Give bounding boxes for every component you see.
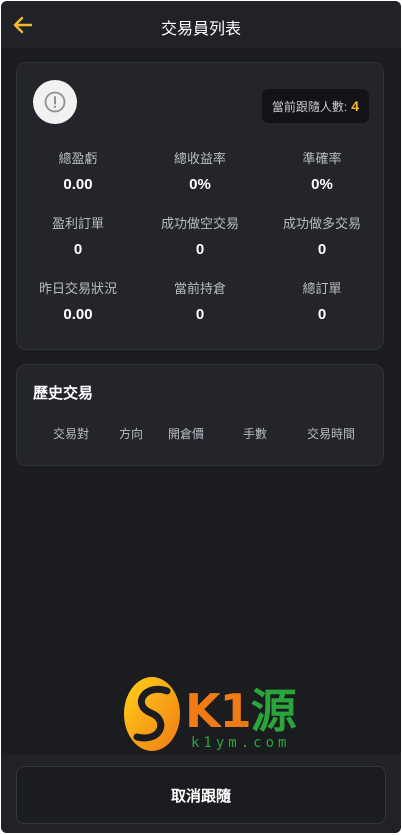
stats-row: 盈利訂單 0 成功做空交易 0 成功做多交易 0 — [17, 214, 383, 279]
stat-total-pnl: 總盈虧 0.00 — [17, 149, 139, 214]
stats-grid: 總盈虧 0.00 總收益率 0% 準確率 0% 盈利訂單 0 成功做空交易 0 … — [17, 149, 383, 344]
stat-value: 0 — [195, 241, 205, 258]
stats-row: 總盈虧 0.00 總收益率 0% 準確率 0% — [17, 149, 383, 214]
stat-label: 昨日交易狀況 — [38, 281, 117, 296]
watermark-url: k1ym.com — [191, 735, 291, 751]
trade-history-card: 歷史交易 交易對 方向 開倉價 手數 交易時間 — [16, 364, 384, 466]
stat-label: 準確率 — [302, 151, 342, 166]
stat-long-wins: 成功做多交易 0 — [261, 214, 383, 279]
trader-stats-card: 當前跟隨人數: 4 總盈虧 0.00 總收益率 0% 準確率 0% 盈利訂單 0… — [16, 62, 384, 350]
watermark: K1源码 k1ym.com — [121, 673, 331, 804]
stat-label: 盈利訂單 — [51, 216, 104, 231]
stat-yesterday: 昨日交易狀況 0.00 — [17, 279, 139, 344]
stat-label: 成功做多交易 — [282, 216, 361, 231]
stat-profit-orders: 盈利訂單 0 — [17, 214, 139, 279]
stat-open-positions: 當前持倉 0 — [139, 279, 261, 344]
stat-label: 成功做空交易 — [160, 216, 239, 231]
column-header-open-price: 開倉價 — [168, 427, 205, 441]
stat-value: 0 — [317, 241, 327, 258]
stat-total-return: 總收益率 0% — [139, 149, 261, 214]
follower-count-badge: 當前跟隨人數: 4 — [261, 89, 369, 123]
stat-value: 0.00 — [63, 176, 93, 193]
column-header-direction: 方向 — [119, 427, 144, 441]
stat-value: 0.00 — [63, 306, 93, 323]
stat-label: 當前持倉 — [173, 281, 226, 296]
stat-value: 0% — [189, 176, 211, 193]
follower-count-label: 當前跟隨人數: — [271, 99, 348, 114]
page-title: 交易員列表 — [160, 21, 241, 38]
column-header-pair: 交易對 — [53, 427, 90, 441]
stat-total-orders: 總訂單 0 — [261, 279, 383, 344]
stat-label: 總訂單 — [302, 281, 342, 296]
column-header-time: 交易時間 — [307, 427, 356, 441]
stat-accuracy: 準確率 0% — [261, 149, 383, 214]
info-circle-icon — [44, 91, 66, 113]
stat-value: 0 — [73, 241, 83, 258]
stat-label: 總盈虧 — [58, 151, 98, 166]
avatar — [33, 80, 77, 124]
stat-value: 0% — [311, 176, 333, 193]
stat-value: 0 — [195, 306, 205, 323]
stat-label: 總收益率 — [173, 151, 226, 166]
section-title: 歷史交易 — [33, 385, 94, 402]
stat-value: 0 — [317, 306, 327, 323]
stats-row: 昨日交易狀況 0.00 當前持倉 0 總訂單 0 — [17, 279, 383, 344]
top-bar: 交易員列表 — [1, 1, 401, 48]
follower-count-value: 4 — [351, 98, 359, 114]
logo-icon — [124, 677, 180, 751]
app-screen: 交易員列表 當前跟隨人數: 4 總盈虧 0.00 總收益率 0% 準確率 0% … — [1, 1, 401, 833]
bottom-bar: 取消跟隨 — [1, 755, 401, 833]
column-header-lots: 手數 — [243, 427, 268, 441]
watermark-brand-k: K1 — [185, 684, 252, 738]
stat-short-wins: 成功做空交易 0 — [139, 214, 261, 279]
cancel-follow-button[interactable]: 取消跟隨 — [16, 766, 386, 824]
